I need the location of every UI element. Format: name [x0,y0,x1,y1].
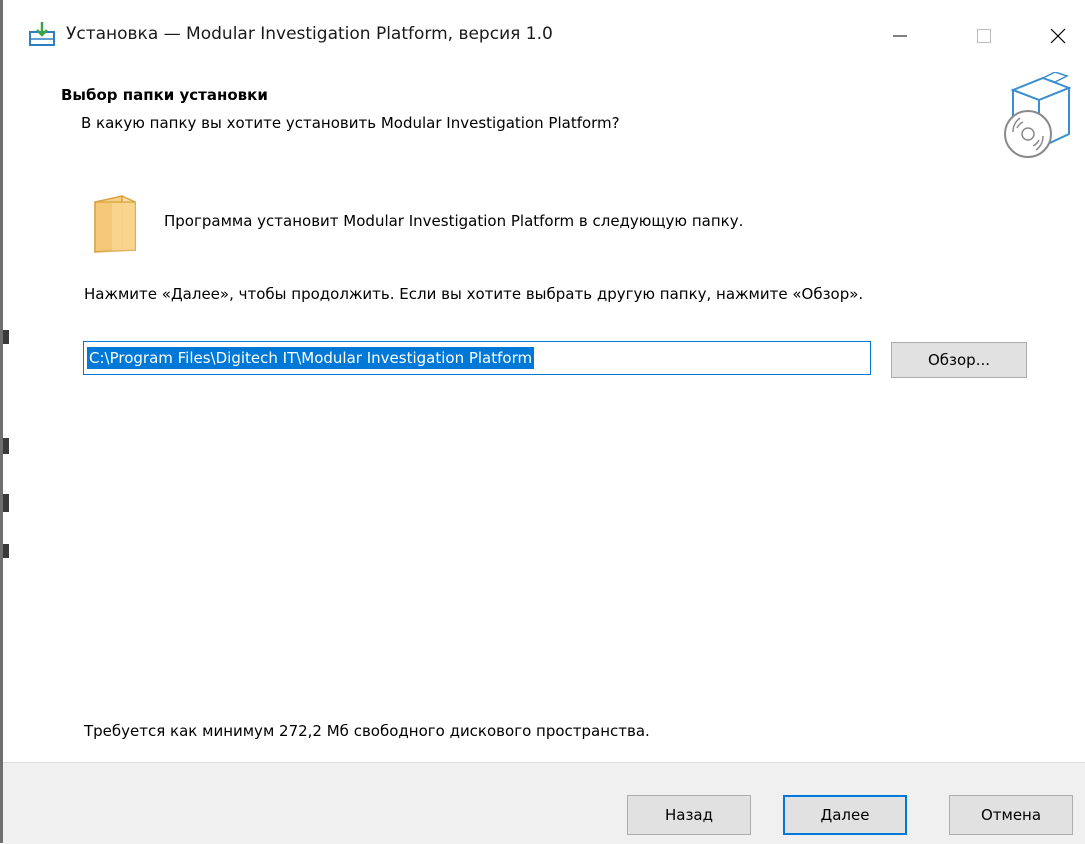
background-window-fragment [3,494,9,512]
browse-button[interactable]: Обзор... [891,342,1027,378]
close-button[interactable] [1029,0,1085,72]
install-path-value: C:\Program Files\Digitech IT\Modular Inv… [87,347,535,369]
instruction-text: Нажмите «Далее», чтобы продолжить. Если … [84,285,864,303]
next-button[interactable]: Далее [783,795,907,835]
page-title: Выбор папки установки [61,86,268,104]
install-destination-info: Программа установит Modular Investigatio… [164,212,744,230]
cancel-button[interactable]: Отмена [949,795,1073,835]
maximize-icon [977,29,991,43]
minimize-button[interactable] [871,0,929,72]
wizard-footer: Назад Далее Отмена [3,762,1085,844]
back-button[interactable]: Назад [627,795,751,835]
background-window-fragment [3,438,9,454]
background-window-fragment [3,330,9,344]
minimize-icon [893,35,907,37]
software-box-icon [993,71,1073,164]
installer-window: Установка — Modular Investigation Platfo… [0,0,1085,844]
window-title: Установка — Modular Investigation Platfo… [66,24,553,44]
installer-icon [28,20,56,48]
page-subtitle: В какую папку вы хотите установить Modul… [81,114,620,132]
close-icon [1050,28,1066,44]
install-path-input[interactable]: C:\Program Files\Digitech IT\Modular Inv… [83,341,871,375]
background-window-fragment [3,544,9,558]
title-bar[interactable]: Установка — Modular Investigation Platfo… [3,0,1085,72]
wizard-header: Выбор папки установки В какую папку вы х… [3,71,1085,168]
maximize-button[interactable] [955,0,1013,72]
folder-icon [92,194,138,254]
disk-space-requirement: Требуется как минимум 272,2 Мб свободног… [84,722,650,740]
